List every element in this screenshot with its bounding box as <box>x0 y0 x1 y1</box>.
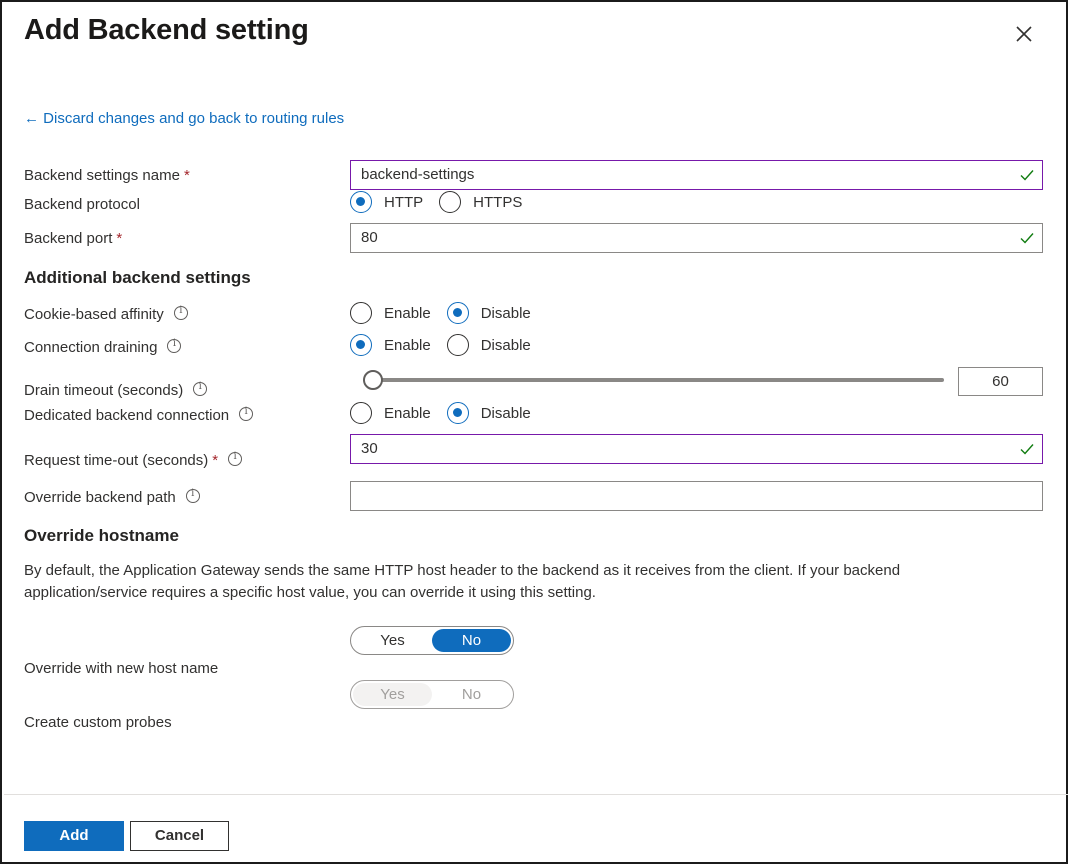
dedicated-connection-radio-group: Enable Disable <box>350 402 547 424</box>
custom-probes-label: Create custom probes <box>24 714 172 731</box>
override-hostname-description: By default, the Application Gateway send… <box>24 562 901 601</box>
new-host-name-no-option[interactable]: No <box>432 629 511 652</box>
valid-check-icon <box>1020 444 1034 455</box>
info-icon[interactable] <box>193 381 208 396</box>
footer-divider <box>4 794 1068 795</box>
info-icon[interactable] <box>185 488 200 503</box>
drain-timeout-slider-track[interactable] <box>372 378 944 382</box>
new-host-name-label: Override with new host name <box>24 660 219 677</box>
add-button[interactable]: Add <box>24 821 124 851</box>
cookie-affinity-radio-group: Enable Disable <box>350 302 547 324</box>
override-hostname-heading: Override hostname <box>24 526 179 545</box>
dedicated-connection-disable-radio[interactable]: Disable <box>446 402 531 424</box>
valid-check-icon <box>1020 170 1034 181</box>
protocol-label: Backend protocol <box>24 196 140 213</box>
settings-name-label: Backend settings name * <box>24 167 190 184</box>
drain-timeout-slider-thumb[interactable] <box>363 370 383 390</box>
info-icon[interactable] <box>228 451 243 466</box>
additional-settings-heading: Additional backend settings <box>24 268 251 287</box>
drain-timeout-label: Drain timeout (seconds) <box>24 381 208 399</box>
override-path-input[interactable] <box>350 481 1043 511</box>
drain-timeout-value-input[interactable]: 60 <box>958 367 1043 396</box>
cookie-affinity-disable-radio[interactable]: Disable <box>446 302 531 324</box>
back-arrow-icon: ← <box>24 110 39 127</box>
settings-name-input[interactable]: backend-settings <box>350 160 1043 190</box>
info-icon[interactable] <box>167 338 182 353</box>
info-icon[interactable] <box>173 305 188 320</box>
port-label: Backend port * <box>24 230 123 247</box>
valid-check-icon <box>1020 233 1034 244</box>
dedicated-connection-label: Dedicated backend connection <box>24 406 254 424</box>
dialog-panel: Add Backend setting ← Discard changes an… <box>0 0 1068 864</box>
dialog-title: Add Backend setting <box>24 14 309 46</box>
custom-probes-yes-option: Yes <box>353 683 432 706</box>
cookie-affinity-enable-radio[interactable]: Enable <box>350 302 431 324</box>
new-host-name-toggle: Yes No <box>350 626 514 655</box>
dedicated-connection-enable-radio[interactable]: Enable <box>350 402 431 424</box>
connection-draining-radio-group: Enable Disable <box>350 334 547 356</box>
required-asterisk: * <box>212 452 219 469</box>
discard-changes-link[interactable]: ← Discard changes and go back to routing… <box>24 110 344 127</box>
protocol-http-radio[interactable]: HTTP <box>350 191 423 213</box>
connection-draining-enable-radio[interactable]: Enable <box>350 334 431 356</box>
discard-changes-label: Discard changes and go back to routing r… <box>43 110 345 127</box>
connection-draining-label: Connection draining <box>24 338 182 356</box>
custom-probes-no-option: No <box>461 686 482 703</box>
custom-probes-toggle: Yes No <box>350 680 514 709</box>
protocol-radio-group: HTTP HTTPS <box>350 191 538 213</box>
cookie-affinity-label: Cookie-based affinity <box>24 305 188 323</box>
request-timeout-label: Request time-out (seconds) * <box>24 451 243 469</box>
protocol-https-radio[interactable]: HTTPS <box>439 191 522 213</box>
request-timeout-input[interactable]: 30 <box>350 434 1043 464</box>
required-asterisk: * <box>183 167 190 184</box>
connection-draining-disable-radio[interactable]: Disable <box>446 334 531 356</box>
new-host-name-yes-option[interactable]: Yes <box>353 629 432 652</box>
close-icon[interactable] <box>1012 22 1036 46</box>
info-icon[interactable] <box>239 406 254 421</box>
required-asterisk: * <box>116 230 123 247</box>
port-input[interactable]: 80 <box>350 223 1043 253</box>
override-path-label: Override backend path <box>24 488 200 506</box>
cancel-button[interactable]: Cancel <box>130 821 229 851</box>
